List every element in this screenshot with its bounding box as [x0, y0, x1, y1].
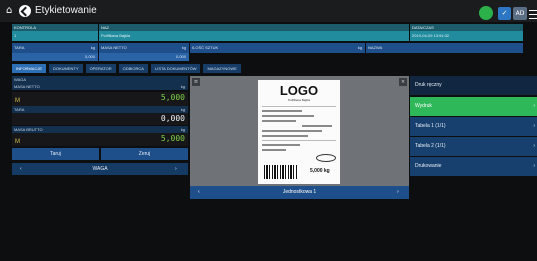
scale-selector: ‹ WAGA ›	[12, 163, 188, 175]
label-text-line	[262, 144, 300, 146]
tab-lista-dokumentow[interactable]: LISTA DOKUMENTÓW	[150, 64, 201, 73]
tara-display: 0,000	[12, 113, 188, 125]
chevron-right-icon: ›	[533, 123, 535, 129]
tara-header-label: TARA	[14, 45, 25, 50]
label-stamp-icon	[316, 154, 336, 162]
table-2-label: Tabela 2 (1/1)	[415, 143, 446, 149]
label-text-line	[262, 130, 322, 132]
ilosc-header-unit: kg	[357, 45, 362, 50]
print-panel-header: Druk ręczny	[410, 76, 537, 95]
chevron-right-icon: ›	[533, 103, 535, 109]
tara-header: TARA kg	[12, 43, 98, 53]
masa-netto-unit: kg	[180, 84, 185, 89]
ilosc-header: ILOŚĆ SZTUK kg	[190, 43, 365, 53]
confirm-button[interactable]: ✓	[498, 7, 511, 20]
table-1-label: Tabela 1 (1/1)	[415, 123, 446, 129]
chevron-right-icon: ›	[533, 143, 535, 149]
label-text-line	[302, 125, 332, 127]
nazwa-header-label: NAZWA	[368, 45, 383, 50]
table-1-item[interactable]: Tabela 1 (1/1) ›	[410, 117, 537, 136]
masa-netto-label: MASA NETTO kg	[12, 83, 188, 90]
label-next-button[interactable]: ›	[397, 186, 399, 199]
tara-label: TARA kg	[12, 106, 188, 113]
kontrola-label: KONTROLA	[12, 24, 98, 31]
label-weight: 5,000 kg	[310, 168, 330, 174]
ilosc-header-label: ILOŚĆ SZTUK	[192, 45, 219, 50]
label-divider	[262, 140, 336, 141]
printing-item[interactable]: Drukowanie ›	[410, 157, 537, 176]
masa-brutto-unit: kg	[180, 127, 185, 132]
label-text-line	[262, 115, 314, 117]
masa-netto-header: MASA NETTO kg	[99, 43, 189, 53]
tab-informacje[interactable]: INFORMACJE	[12, 64, 46, 73]
nazwa-value: Polifiliana Bajkla	[99, 31, 409, 41]
label-text-line	[262, 120, 296, 122]
tab-dokumenty[interactable]: DOKUMENTY	[49, 64, 83, 73]
masa-brutto-label: MASA BRUTTO kg	[12, 126, 188, 133]
kontrola-value: 1	[12, 31, 98, 41]
masa-netto-header-unit: kg	[181, 45, 186, 50]
masa-brutto-value: 5,000	[160, 134, 185, 143]
label-text-line	[262, 149, 286, 151]
label-logo: LOGO	[279, 83, 319, 98]
label-company: Polifiliana Bajkla	[288, 98, 310, 102]
tab-magazynowe[interactable]: MAGAZYNOWE	[203, 64, 241, 73]
masa-brutto-flag: M	[15, 139, 20, 145]
label-image: LOGO Polifiliana Bajkla 5,000 kg	[258, 80, 340, 184]
preview-close-icon[interactable]: ×	[399, 78, 407, 86]
label-text-line	[262, 110, 302, 112]
netto-header-value: 0,000	[99, 53, 189, 61]
connection-status-icon	[479, 6, 493, 20]
page-title: Etykietowanie	[35, 5, 97, 16]
tara-header-unit: kg	[90, 45, 95, 50]
masa-brutto-label-text: MASA BRUTTO	[14, 127, 43, 132]
tab-odbiorca[interactable]: ODBIORCA	[118, 64, 148, 73]
tara-header-value: 0,000	[12, 53, 98, 61]
preview-menu-icon[interactable]: ≡	[192, 78, 200, 86]
masa-netto-display: M 5,000	[12, 92, 188, 106]
label-prev-button[interactable]: ‹	[198, 186, 200, 199]
menu-icon[interactable]	[529, 7, 537, 20]
print-button[interactable]: Wydruk ›	[410, 97, 537, 116]
print-button-label: Wydruk	[415, 103, 432, 109]
label-name: Jednostkowa 1	[282, 189, 317, 195]
printing-label: Drukowanie	[415, 163, 442, 169]
label-barcode-icon	[264, 165, 298, 179]
label-text-line	[262, 135, 308, 137]
table-2-item[interactable]: Tabela 2 (1/1) ›	[410, 137, 537, 156]
masa-brutto-display: M 5,000	[12, 133, 188, 146]
label-selector: ‹ Jednostkowa 1 ›	[190, 186, 409, 199]
masa-netto-label-text: MASA NETTO	[14, 84, 40, 89]
taruj-button[interactable]: Taruj	[12, 148, 99, 160]
data-value: 2019-04-09 13:54:32	[410, 31, 523, 41]
tara-label-text: TARA	[14, 107, 25, 112]
tab-bar: INFORMACJE DOKUMENTY OPERATOR ODBIORCA L…	[12, 64, 241, 73]
top-bar: ⌂ Etykietowanie ✓ AD	[0, 0, 537, 22]
back-icon[interactable]	[19, 5, 31, 17]
tara-value: 0,000	[160, 114, 185, 123]
tara-unit: kg	[180, 107, 185, 112]
chevron-right-icon: ›	[533, 163, 535, 169]
label-divider	[262, 106, 336, 107]
waga-label: WAGA	[12, 76, 188, 83]
masa-netto-value: 5,000	[160, 93, 185, 102]
data-label: DATA/CZAS	[410, 24, 523, 31]
scale-next-button[interactable]: ›	[175, 163, 177, 175]
ad-button[interactable]: AD	[513, 7, 527, 20]
nazwa-label: NAZ	[99, 24, 409, 31]
masa-netto-header-label: MASA NETTO	[101, 45, 127, 50]
zeruj-button[interactable]: Zeruj	[101, 148, 188, 160]
home-icon[interactable]: ⌂	[6, 6, 16, 16]
nazwa-header: NAZWA	[366, 43, 523, 53]
tab-operator[interactable]: OPERATOR	[85, 64, 116, 73]
scale-name: WAGA	[92, 166, 108, 172]
